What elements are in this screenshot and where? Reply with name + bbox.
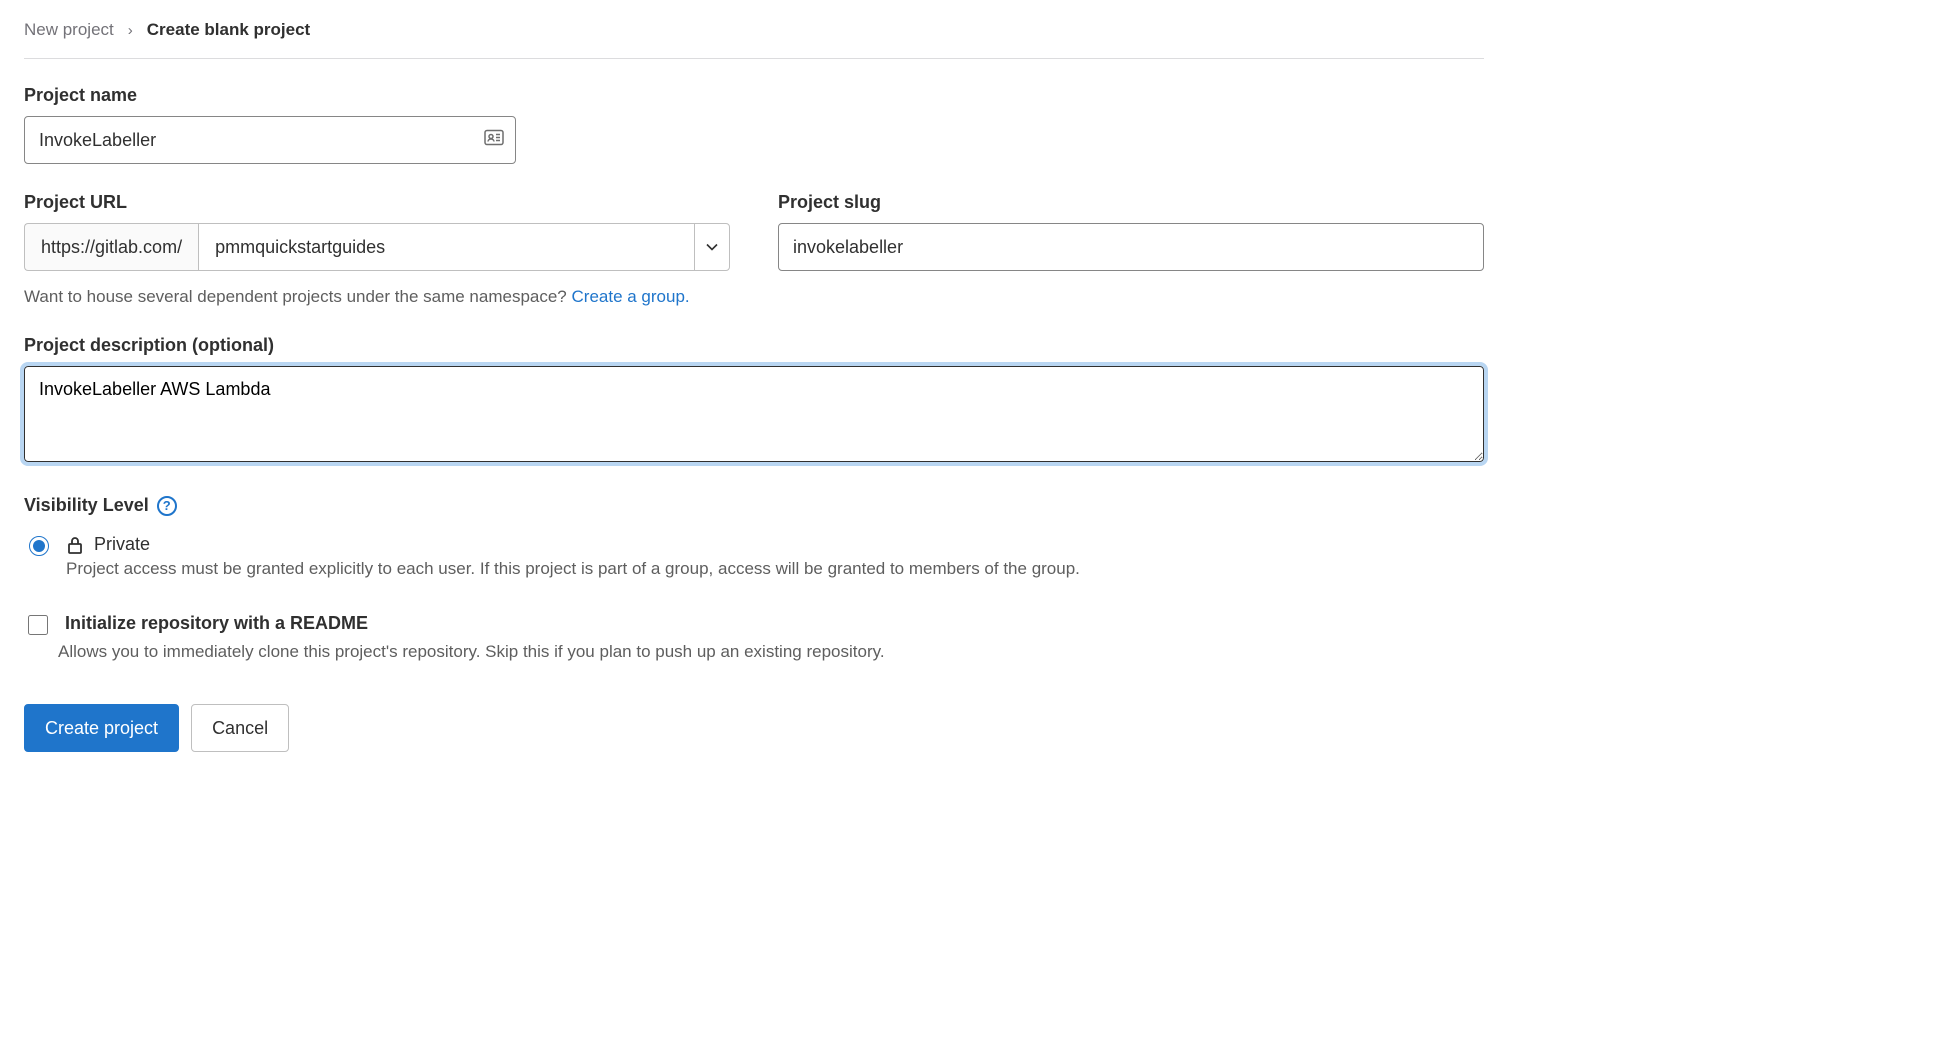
project-slug-input[interactable] bbox=[778, 223, 1484, 271]
cancel-button[interactable]: Cancel bbox=[191, 704, 289, 752]
breadcrumb-current: Create blank project bbox=[147, 20, 310, 40]
lock-icon bbox=[66, 535, 84, 555]
breadcrumb: New project › Create blank project bbox=[24, 20, 1484, 59]
project-url-prefix: https://gitlab.com/ bbox=[24, 223, 198, 271]
project-url-label: Project URL bbox=[24, 192, 730, 213]
visibility-level-label: Visibility Level bbox=[24, 495, 149, 516]
help-icon[interactable]: ? bbox=[157, 496, 177, 516]
project-description-input[interactable] bbox=[24, 366, 1484, 462]
breadcrumb-parent[interactable]: New project bbox=[24, 20, 114, 40]
contact-card-icon bbox=[484, 130, 504, 151]
project-name-label: Project name bbox=[24, 85, 1484, 106]
visibility-private-desc: Project access must be granted explicitl… bbox=[66, 559, 1080, 579]
project-slug-label: Project slug bbox=[778, 192, 1484, 213]
project-description-label: Project description (optional) bbox=[24, 335, 1484, 356]
visibility-private-label: Private bbox=[94, 534, 150, 555]
initialize-readme-label: Initialize repository with a README bbox=[65, 613, 368, 634]
project-name-input[interactable] bbox=[24, 116, 516, 164]
create-project-button[interactable]: Create project bbox=[24, 704, 179, 752]
chevron-down-icon bbox=[706, 243, 718, 251]
visibility-private-radio[interactable] bbox=[29, 536, 49, 556]
namespace-select[interactable]: pmmquickstartguides bbox=[198, 223, 694, 271]
namespace-dropdown-toggle[interactable] bbox=[694, 223, 730, 271]
create-group-link[interactable]: Create a group. bbox=[572, 287, 690, 306]
namespace-helper: Want to house several dependent projects… bbox=[24, 287, 1484, 307]
initialize-readme-checkbox[interactable] bbox=[28, 615, 48, 635]
initialize-readme-desc: Allows you to immediately clone this pro… bbox=[58, 642, 1484, 662]
chevron-right-icon: › bbox=[128, 22, 133, 39]
